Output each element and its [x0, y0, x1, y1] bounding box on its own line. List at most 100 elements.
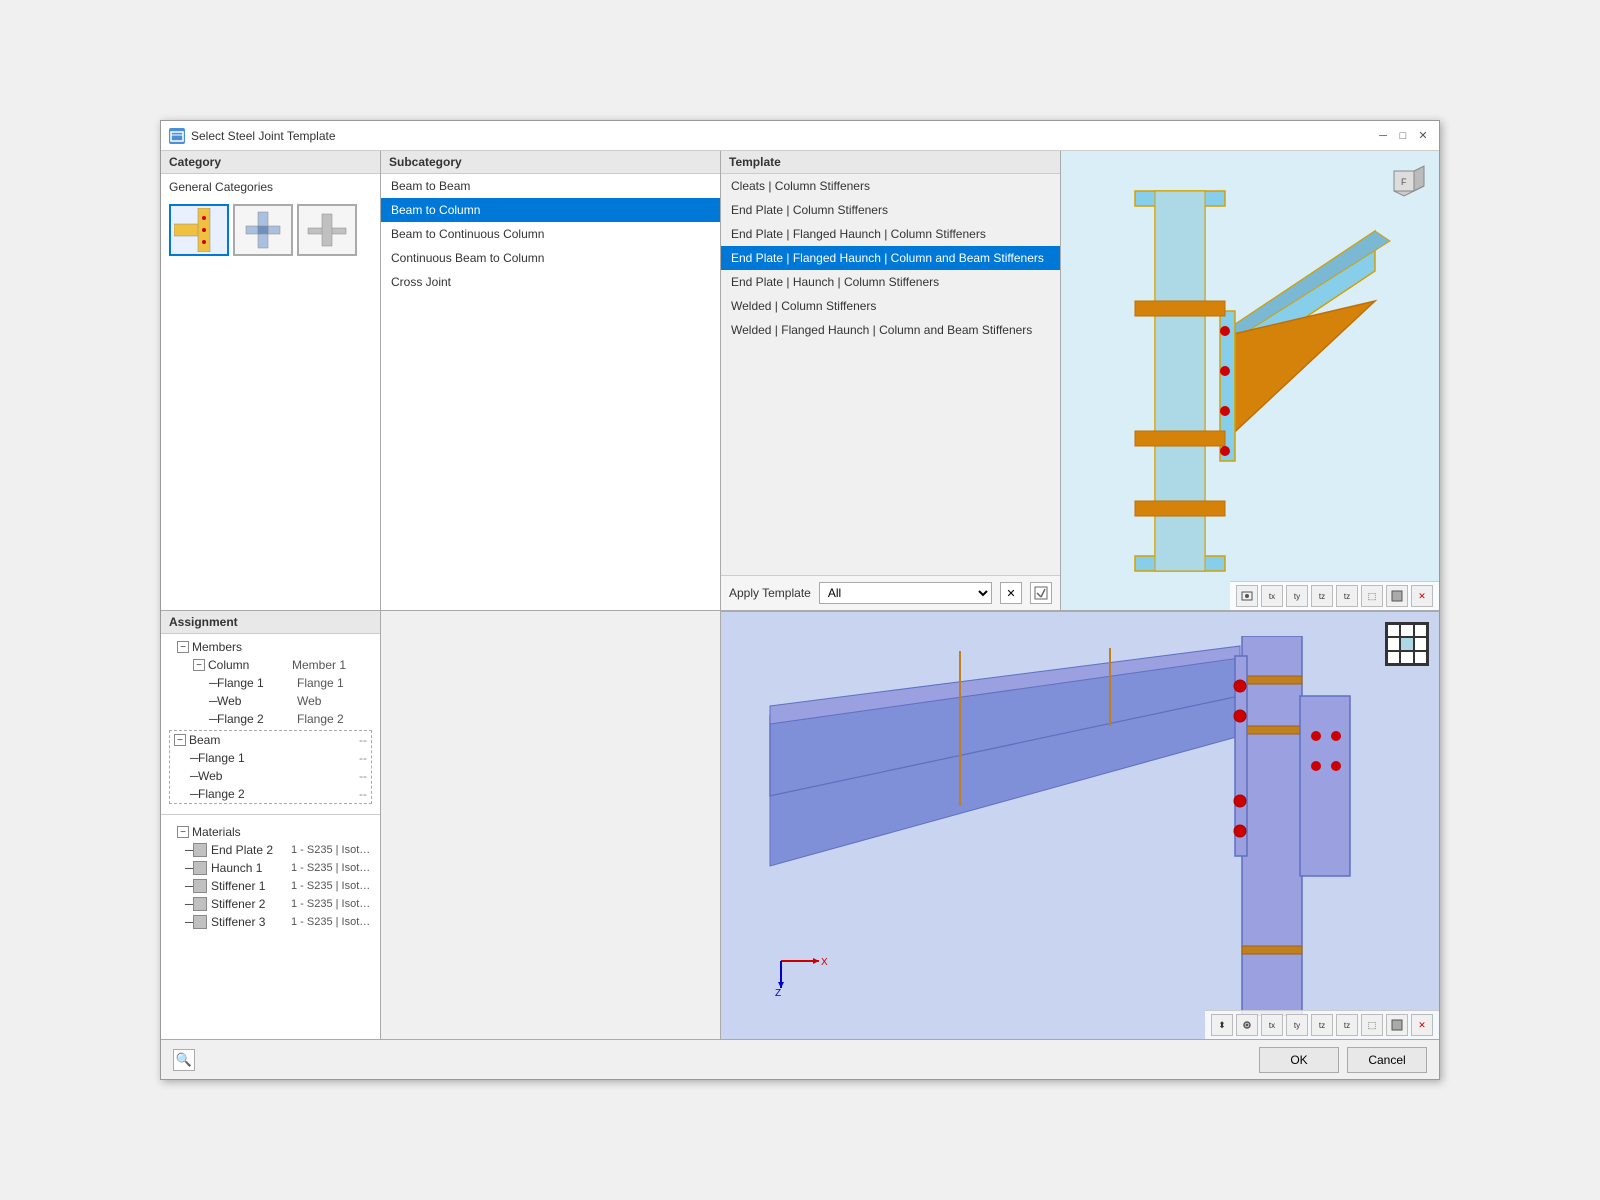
- beam-flange1-row: ─ Flange 1 --: [170, 749, 371, 767]
- subcategory-item-0[interactable]: Beam to Beam: [381, 174, 720, 198]
- view-mode-button[interactable]: ⬚: [1361, 585, 1383, 607]
- column-row: − Column Member 1: [161, 656, 380, 674]
- category-thumb-2[interactable]: [233, 204, 293, 256]
- template-item-1[interactable]: End Plate | Column Stiffeners: [721, 198, 1060, 222]
- category-label: General Categories: [161, 174, 380, 200]
- beam-flange2-label: Flange 2: [198, 787, 359, 801]
- view-reset-button[interactable]: ✕: [1411, 585, 1433, 607]
- view-bz-button[interactable]: tz: [1311, 1014, 1333, 1036]
- column-label: Column: [208, 658, 292, 672]
- column-toggle[interactable]: −: [193, 659, 205, 671]
- template-content: Cleats | Column Stiffeners End Plate | C…: [721, 174, 1060, 575]
- category-thumb-1[interactable]: [169, 204, 229, 256]
- material-value-4: 1 - S235 | Isotropic | Linear El...: [291, 916, 372, 928]
- grid-cell-5[interactable]: [1414, 637, 1427, 650]
- view-bsolid-button[interactable]: [1386, 1014, 1408, 1036]
- category-content: General Categories: [161, 174, 380, 610]
- grid-cell-2[interactable]: [1414, 624, 1427, 637]
- materials-header: − Materials: [161, 823, 380, 841]
- members-label: Members: [192, 640, 376, 654]
- template-item-2[interactable]: End Plate | Flanged Haunch | Column Stif…: [721, 222, 1060, 246]
- apply-template-label: Apply Template: [729, 586, 811, 600]
- top-panels: Category General Categories: [161, 151, 1439, 611]
- assignment-header: Assignment: [161, 611, 380, 634]
- view-bx-button[interactable]: tx: [1261, 1014, 1283, 1036]
- grid-cell-6[interactable]: [1387, 651, 1400, 664]
- subcategory-item-2[interactable]: Beam to Continuous Column: [381, 222, 720, 246]
- thumb2-icon: [238, 208, 288, 252]
- materials-toggle[interactable]: −: [177, 826, 189, 838]
- close-button[interactable]: ✕: [1415, 128, 1431, 144]
- view-y-button[interactable]: ty: [1286, 585, 1308, 607]
- col-flange1-value: Flange 1: [297, 676, 376, 690]
- apply-confirm-button[interactable]: [1030, 582, 1052, 604]
- beam-toggle[interactable]: −: [174, 734, 186, 746]
- view-solid-button[interactable]: [1386, 585, 1408, 607]
- grid-cell-8[interactable]: [1414, 651, 1427, 664]
- search-icon-footer[interactable]: 🔍: [173, 1049, 195, 1071]
- template-panel-wrapper: Template Cleats | Column Stiffeners End …: [721, 151, 1061, 610]
- col-web-label: Web: [217, 694, 297, 708]
- maximize-button[interactable]: □: [1395, 128, 1411, 144]
- beam-label: Beam: [189, 733, 359, 747]
- subcategory-panel: Subcategory Beam to Beam Beam to Column …: [381, 151, 721, 610]
- material-value-1: 1 - S235 | Isotropic | Linear El...: [291, 862, 372, 874]
- material-color-4: [193, 915, 207, 929]
- window-title: Select Steel Joint Template: [191, 129, 336, 143]
- view-bmode-button[interactable]: ⬚: [1361, 1014, 1383, 1036]
- apply-template-dropdown[interactable]: All Selected None: [819, 582, 992, 604]
- ok-button[interactable]: OK: [1259, 1047, 1339, 1073]
- grid-cell-1[interactable]: [1400, 624, 1413, 637]
- 3d-shape-top: [1061, 151, 1439, 610]
- material-row-4: ─ Stiffener 3 1 - S235 | Isotropic | Lin…: [161, 913, 380, 931]
- materials-separator: [161, 814, 380, 815]
- col-flange1-label: Flange 1: [217, 676, 297, 690]
- template-item-3[interactable]: End Plate | Flanged Haunch | Column and …: [721, 246, 1060, 270]
- window-icon: [169, 128, 185, 144]
- title-buttons: ─ □ ✕: [1375, 128, 1431, 144]
- view-by-button[interactable]: ty: [1286, 1014, 1308, 1036]
- beam-flange1-value: --: [359, 751, 367, 765]
- materials-label: Materials: [192, 825, 376, 839]
- category-thumb-3[interactable]: [297, 204, 357, 256]
- cancel-button[interactable]: Cancel: [1347, 1047, 1427, 1073]
- subcategory-item-4[interactable]: Cross Joint: [381, 270, 720, 294]
- view-breset-button[interactable]: ✕: [1411, 1014, 1433, 1036]
- grid-cell-7[interactable]: [1400, 651, 1413, 664]
- cube-nav-top[interactable]: F: [1379, 161, 1429, 211]
- bottom-3d-svg: [760, 636, 1400, 1016]
- assignment-content: − Members − Column Member 1 ─ Flange 1: [161, 634, 380, 1039]
- view-z-button[interactable]: tz: [1311, 585, 1333, 607]
- view-bz2-button[interactable]: tz: [1336, 1014, 1358, 1036]
- view-toolbar-bottom: ⬍ tx ty tz tz ⬚ ✕: [1205, 1010, 1439, 1039]
- top-3d-svg: [1095, 171, 1405, 591]
- view-eye-button[interactable]: [1236, 1014, 1258, 1036]
- template-item-0[interactable]: Cleats | Column Stiffeners: [721, 174, 1060, 198]
- title-bar-left: Select Steel Joint Template: [169, 128, 336, 144]
- col-flange2-label: Flange 2: [217, 712, 297, 726]
- grid-nav-bottom[interactable]: [1385, 622, 1429, 666]
- minimize-button[interactable]: ─: [1375, 128, 1391, 144]
- members-toggle[interactable]: −: [177, 641, 189, 653]
- category-panel: Category General Categories: [161, 151, 381, 610]
- grid-cell-0[interactable]: [1387, 624, 1400, 637]
- template-item-5[interactable]: Welded | Column Stiffeners: [721, 294, 1060, 318]
- view-x-button[interactable]: tx: [1261, 585, 1283, 607]
- material-value-2: 1 - S235 | Isotropic | Linear El...: [291, 880, 372, 892]
- view-z2-button[interactable]: tz: [1336, 585, 1358, 607]
- subcategory-item-1[interactable]: Beam to Column: [381, 198, 720, 222]
- cube-nav-icon: F: [1379, 161, 1429, 211]
- content-area: Category General Categories: [161, 151, 1439, 1039]
- subcategory-item-3[interactable]: Continuous Beam to Column: [381, 246, 720, 270]
- view-fit-button[interactable]: ⬍: [1211, 1014, 1233, 1036]
- template-item-6[interactable]: Welded | Flanged Haunch | Column and Bea…: [721, 318, 1060, 342]
- beam-flange2-value: --: [359, 787, 367, 801]
- screenshot-button[interactable]: [1236, 585, 1258, 607]
- axis-indicator: X Z: [761, 926, 831, 999]
- grid-cell-center[interactable]: [1400, 637, 1413, 650]
- grid-cell-3[interactable]: [1387, 637, 1400, 650]
- apply-clear-button[interactable]: ✕: [1000, 582, 1022, 604]
- material-label-2: Stiffener 1: [211, 879, 291, 893]
- footer-left: 🔍: [173, 1049, 1251, 1071]
- template-item-4[interactable]: End Plate | Haunch | Column Stiffeners: [721, 270, 1060, 294]
